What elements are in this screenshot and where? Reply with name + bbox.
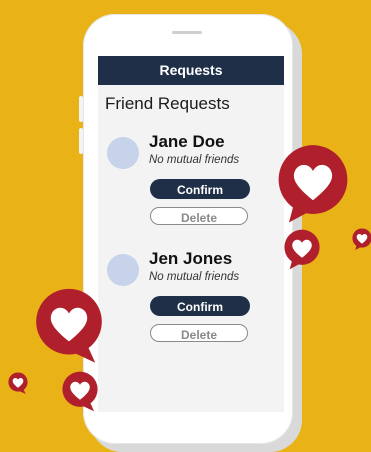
avatar bbox=[107, 254, 139, 286]
header-bar: Requests bbox=[98, 56, 284, 85]
phone-side-button bbox=[79, 128, 83, 154]
heart-bubble-icon bbox=[62, 371, 98, 412]
friend-request-card: Jane Doe No mutual friends Confirm Delet… bbox=[98, 132, 284, 242]
friend-request-card: Jen Jones No mutual friends Confirm Dele… bbox=[98, 249, 284, 359]
delete-button[interactable]: Delete bbox=[150, 324, 248, 342]
phone-speaker bbox=[172, 31, 202, 34]
request-name[interactable]: Jane Doe bbox=[149, 132, 225, 152]
avatar bbox=[107, 137, 139, 169]
section-title: Friend Requests bbox=[105, 94, 230, 113]
mutual-friends-text: No mutual friends bbox=[149, 154, 240, 166]
request-name[interactable]: Jen Jones bbox=[149, 249, 232, 269]
phone-screen: Requests Friend Requests Jane Doe No mut… bbox=[98, 56, 284, 412]
confirm-button[interactable]: Confirm bbox=[150, 296, 250, 316]
header-title: Requests bbox=[159, 62, 223, 78]
heart-bubble-icon bbox=[36, 288, 102, 363]
phone-side-button bbox=[79, 96, 83, 122]
delete-button[interactable]: Delete bbox=[150, 207, 248, 225]
heart-bubble-icon bbox=[8, 372, 28, 395]
heart-bubble-icon bbox=[278, 145, 348, 223]
heart-bubble-icon bbox=[352, 228, 371, 251]
confirm-button[interactable]: Confirm bbox=[150, 179, 250, 199]
heart-bubble-icon bbox=[284, 229, 320, 270]
mutual-friends-text: No mutual friends bbox=[149, 271, 240, 283]
